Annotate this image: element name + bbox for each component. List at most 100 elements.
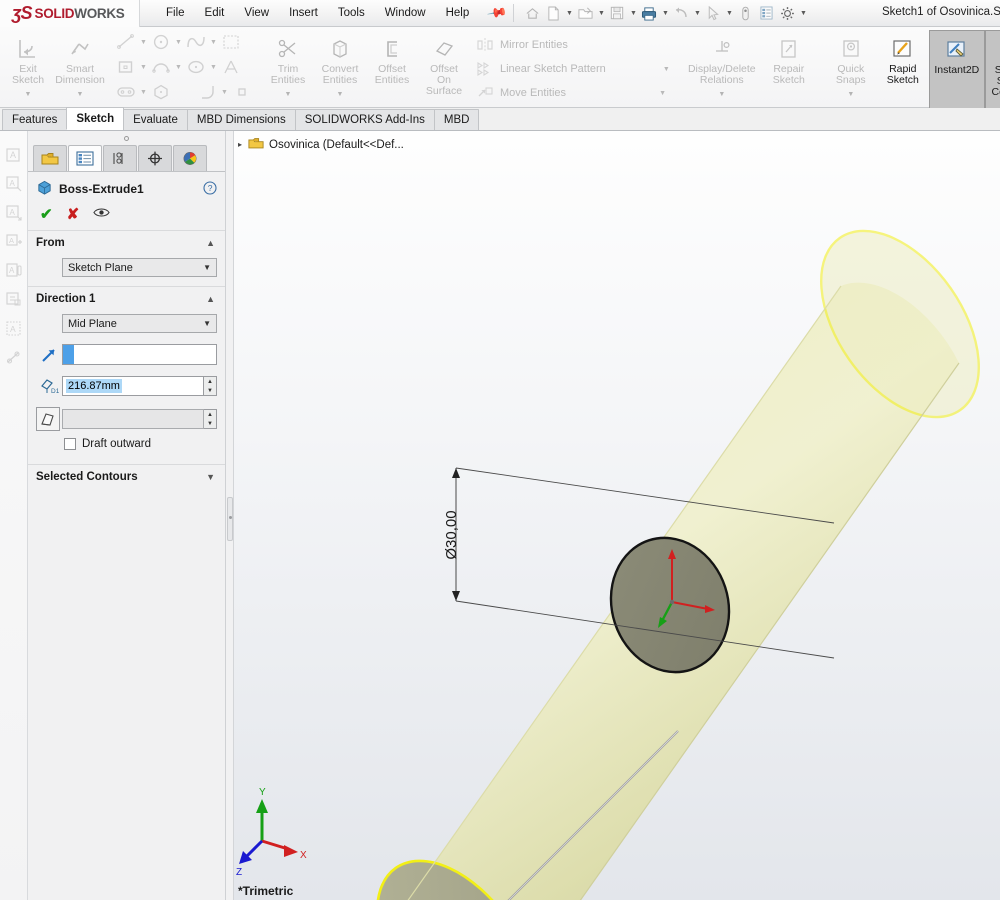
move-entities-button[interactable]: Move Entities ▼ xyxy=(474,81,667,105)
instant2d-button[interactable]: Instant2D xyxy=(928,30,985,109)
draft-spinner[interactable]: ▲ ▼ xyxy=(204,409,217,429)
menu-tools[interactable]: Tools xyxy=(328,4,375,22)
point-icon[interactable] xyxy=(230,81,254,103)
tab-sketch[interactable]: Sketch xyxy=(66,107,125,130)
mirror-entities-button[interactable]: Mirror Entities xyxy=(474,33,568,57)
select-cursor-icon[interactable] xyxy=(703,3,723,24)
offset-on-surface-button[interactable]: Offset On Surface xyxy=(418,30,470,97)
panel-pin-area[interactable] xyxy=(28,131,225,145)
surface-finish-icon[interactable]: A xyxy=(4,232,24,252)
spline-icon[interactable] xyxy=(184,31,208,53)
convert-entities-button[interactable]: Convert Entities ▼ xyxy=(314,30,366,100)
smart-dimension-dropdown-icon[interactable]: ▼ xyxy=(77,89,84,100)
options-caret-icon[interactable]: ▼ xyxy=(798,10,808,17)
open-caret-icon[interactable]: ▼ xyxy=(596,10,606,17)
sketch-pattern-icon[interactable] xyxy=(219,31,243,53)
move-entities-caret-icon[interactable]: ▼ xyxy=(658,90,667,97)
graphics-area[interactable]: ▸ Osovinica (Default<<Def... ▼ ▼ ▼ ▼ ▼ xyxy=(234,131,1000,900)
repair-sketch-button[interactable]: Repair Sketch xyxy=(763,30,815,86)
save-icon[interactable] xyxy=(607,3,627,24)
convert-entities-dropdown-icon[interactable]: ▼ xyxy=(337,89,344,100)
print-caret-icon[interactable]: ▼ xyxy=(660,10,670,17)
block-icon[interactable] xyxy=(4,348,24,368)
quick-snaps-dropdown-icon[interactable]: ▼ xyxy=(847,89,854,100)
text-icon[interactable] xyxy=(219,56,243,78)
menu-help[interactable]: Help xyxy=(436,4,480,22)
circle-caret-icon[interactable]: ▼ xyxy=(174,39,183,46)
draft-outward-row[interactable]: Draft outward xyxy=(28,434,225,456)
line-caret-icon[interactable]: ▼ xyxy=(139,39,148,46)
section-direction1-header[interactable]: Direction 1 ▲ xyxy=(28,286,225,311)
tab-mbd[interactable]: MBD xyxy=(433,109,480,130)
display-delete-relations-dropdown-icon[interactable]: ▼ xyxy=(718,89,725,100)
draft-spin-up[interactable]: ▲ xyxy=(204,410,216,419)
rectangle-icon[interactable] xyxy=(114,56,138,78)
section-from-header[interactable]: From ▲ xyxy=(28,230,225,255)
menu-insert[interactable]: Insert xyxy=(279,4,328,22)
circle-icon[interactable] xyxy=(149,31,173,53)
print-icon[interactable] xyxy=(639,3,659,24)
arc-icon[interactable] xyxy=(149,56,173,78)
slot-caret-icon[interactable]: ▼ xyxy=(139,89,148,96)
undo-caret-icon[interactable]: ▼ xyxy=(692,10,702,17)
auto-balloon-icon[interactable]: A xyxy=(4,203,24,223)
rebuild-icon[interactable] xyxy=(756,3,776,24)
panel-splitter[interactable] xyxy=(226,131,234,900)
dimxpert-manager-tab[interactable] xyxy=(138,145,172,171)
select-caret-icon[interactable]: ▼ xyxy=(724,10,734,17)
save-caret-icon[interactable]: ▼ xyxy=(628,10,638,17)
balloon-icon[interactable]: A xyxy=(4,174,24,194)
draft-angle-input[interactable] xyxy=(62,409,204,429)
property-manager-tab[interactable] xyxy=(68,145,102,171)
linear-sketch-pattern-button[interactable]: Linear Sketch Pattern ▼ xyxy=(474,57,671,81)
new-document-icon[interactable] xyxy=(543,3,563,24)
hole-callout-icon[interactable] xyxy=(4,290,24,310)
menu-edit[interactable]: Edit xyxy=(195,4,235,22)
configuration-manager-tab[interactable] xyxy=(103,145,137,171)
appearances-manager-tab[interactable] xyxy=(173,145,207,171)
draft-spin-down[interactable]: ▼ xyxy=(204,419,216,428)
exit-sketch-button[interactable]: Exit Sketch ▼ xyxy=(2,30,54,100)
trim-entities-button[interactable]: Trim Entities ▼ xyxy=(262,30,314,100)
ellipse-caret-icon[interactable]: ▼ xyxy=(209,64,218,71)
linear-sketch-pattern-caret-icon[interactable]: ▼ xyxy=(662,66,671,73)
slot-icon[interactable] xyxy=(114,81,138,103)
draft-angle-icon[interactable] xyxy=(36,407,60,431)
splitter-grip[interactable] xyxy=(227,497,233,541)
model-preview[interactable]: Ø30,00 Y X Z xyxy=(234,131,1000,900)
tab-features[interactable]: Features xyxy=(2,109,68,130)
line-icon[interactable] xyxy=(114,31,138,53)
section-direction1-collapse-icon[interactable]: ▲ xyxy=(206,294,215,304)
from-condition-select[interactable]: Sketch Plane ▼ xyxy=(62,258,217,277)
arc-caret-icon[interactable]: ▼ xyxy=(174,64,183,71)
menu-view[interactable]: View xyxy=(234,4,279,22)
menu-file[interactable]: File xyxy=(156,4,195,22)
auto-hide-pin-icon[interactable] xyxy=(124,135,129,141)
ok-button[interactable]: ✔ xyxy=(40,205,53,223)
fillet-icon[interactable] xyxy=(195,81,219,103)
direction-reference-field[interactable] xyxy=(62,344,217,365)
tab-mbd-dimensions[interactable]: MBD Dimensions xyxy=(186,109,296,130)
new-document-caret-icon[interactable]: ▼ xyxy=(564,10,574,17)
measure-icon[interactable] xyxy=(735,3,755,24)
spline-caret-icon[interactable]: ▼ xyxy=(209,39,218,46)
fillet-caret-icon[interactable]: ▼ xyxy=(220,89,229,96)
trim-entities-dropdown-icon[interactable]: ▼ xyxy=(285,89,292,100)
help-icon[interactable]: ? xyxy=(203,180,217,198)
tab-solidworks-add-ins[interactable]: SOLIDWORKS Add-Ins xyxy=(294,109,435,130)
offset-entities-button[interactable]: Offset Entities xyxy=(366,30,418,86)
feature-manager-tab[interactable] xyxy=(33,145,67,171)
depth-spin-down[interactable]: ▼ xyxy=(204,386,216,395)
smart-dimension-button[interactable]: Smart Dimension ▼ xyxy=(54,30,106,100)
section-selected-contours-expand-icon[interactable]: ▼ xyxy=(206,472,215,482)
menu-window[interactable]: Window xyxy=(375,4,436,22)
depth-input[interactable]: 216.87mm xyxy=(62,376,204,396)
draft-outward-checkbox[interactable] xyxy=(64,438,76,450)
reverse-direction-icon[interactable] xyxy=(36,346,62,364)
note-icon[interactable]: A xyxy=(4,145,24,165)
tab-evaluate[interactable]: Evaluate xyxy=(123,109,188,130)
rapid-sketch-button[interactable]: Rapid Sketch xyxy=(877,30,929,86)
depth-spin-up[interactable]: ▲ xyxy=(204,377,216,386)
quick-snaps-button[interactable]: Quick Snaps ▼ xyxy=(825,30,877,100)
undo-icon[interactable] xyxy=(671,3,691,24)
